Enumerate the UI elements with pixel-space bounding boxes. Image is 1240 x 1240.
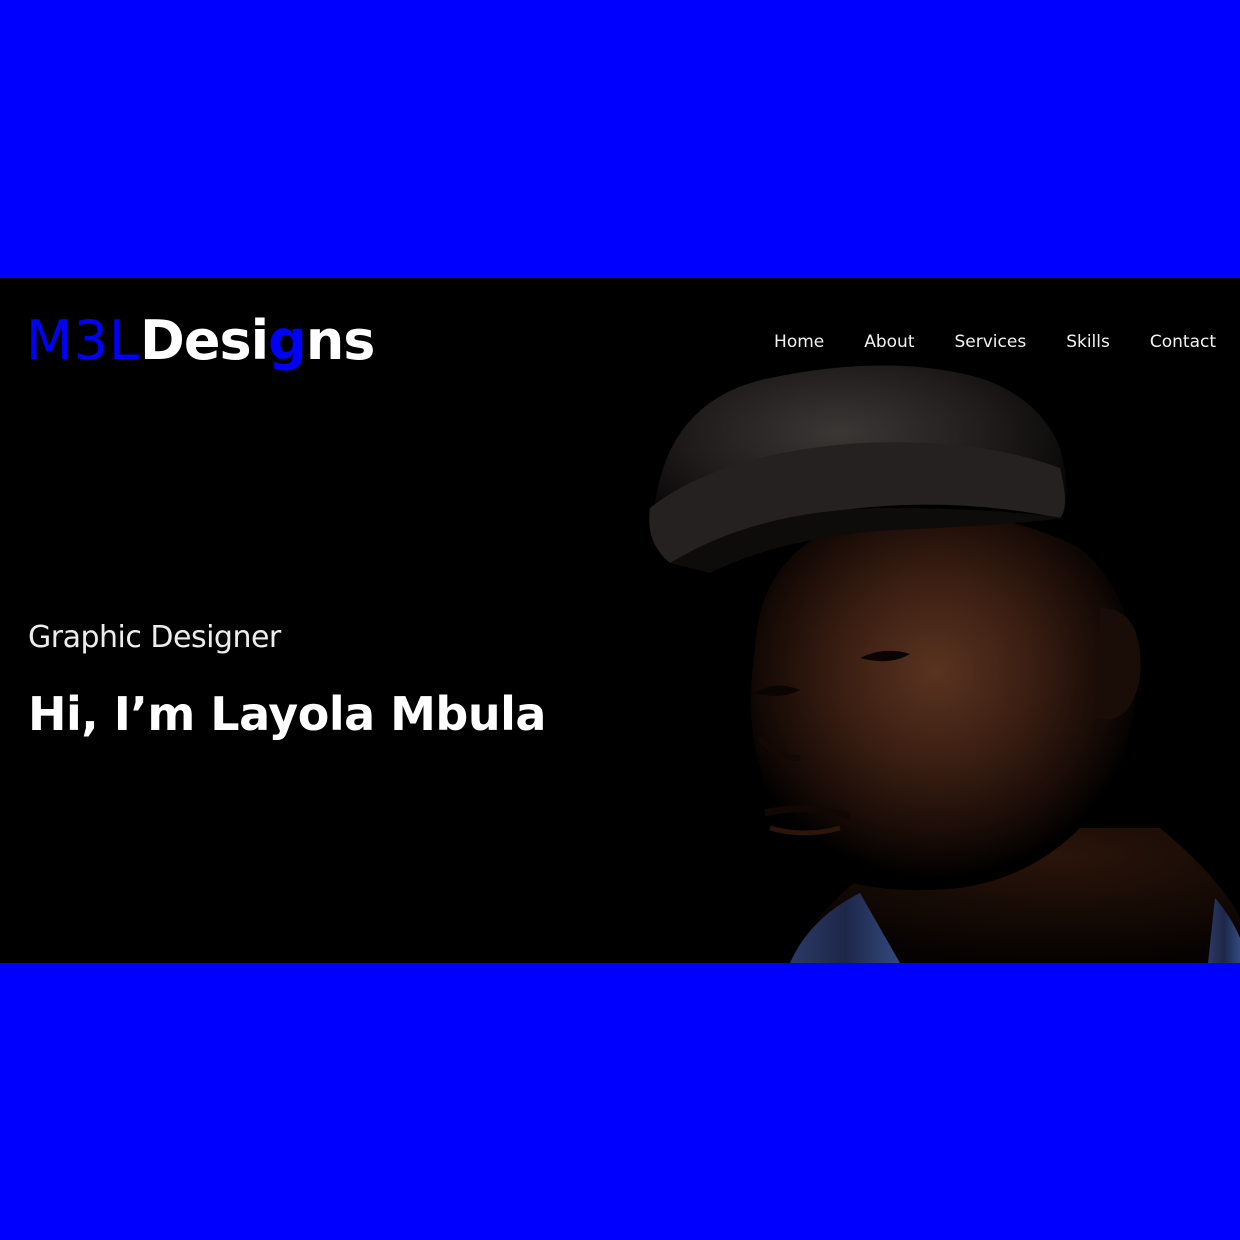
nav-link-home[interactable]: Home xyxy=(774,330,824,354)
logo-monogram: M3L xyxy=(26,309,141,372)
site-logo[interactable]: M3L Desi g ns xyxy=(26,306,376,376)
main-nav: Home About Services Skills Contact xyxy=(774,330,1216,354)
logo-text-start: Desi xyxy=(140,309,269,372)
hero-section: M3L Desi g ns Home About Services Skills… xyxy=(0,278,1240,963)
hero-subtitle: Graphic Designer xyxy=(28,620,281,655)
nav-link-services[interactable]: Services xyxy=(955,330,1027,354)
hero-headline: Hi, I’m Layola Mbula xyxy=(28,687,546,741)
logo-text-end: ns xyxy=(305,309,376,372)
logo-accent-letter: g xyxy=(268,309,307,372)
top-blue-band xyxy=(0,0,1240,278)
nav-link-contact[interactable]: Contact xyxy=(1150,330,1216,354)
nav-link-about[interactable]: About xyxy=(864,330,914,354)
bottom-blue-band xyxy=(0,963,1240,1240)
hero-portrait-image xyxy=(649,365,1240,963)
nav-link-skills[interactable]: Skills xyxy=(1066,330,1110,354)
